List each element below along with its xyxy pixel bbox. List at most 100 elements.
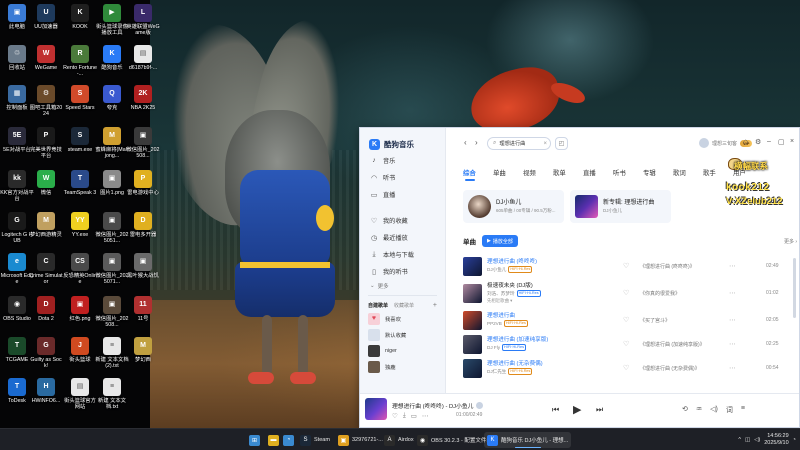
song-title[interactable]: 理想进行曲 (咚咚咚) [487,259,613,266]
close-icon[interactable]: × [790,138,794,145]
desktop-icon[interactable]: M 蜜蜂麻将(Mahjong... [95,127,129,159]
song-title[interactable]: 极速夜未央 (DJ版) [487,283,613,290]
tab-result[interactable]: 视频 [523,168,553,177]
desktop-icon[interactable]: CS 反恐精英Online [63,253,97,285]
more-dots-icon[interactable]: ⋯ [729,262,736,270]
heart-icon[interactable]: ♡ [623,289,629,297]
nav-item-my-books[interactable]: ▯ 我的听书 [360,263,445,280]
desktop-icon[interactable]: U UU加速器 [29,4,63,30]
desktop-icon[interactable]: W 微信 [29,170,63,196]
forward-arrow-icon[interactable]: › [475,139,478,147]
song-title[interactable]: 理想进行曲 (无杂费偶) [487,361,613,368]
song-album[interactable]: 《理想进行曲 (无杂费偶)》 [640,365,700,372]
desktop-icon[interactable]: W WeGame [29,45,63,71]
playlist-item[interactable]: 默认收藏 [360,327,445,343]
desktop-icon[interactable]: G Guilty as Sock! [29,337,63,369]
desktop-icon[interactable]: L 英雄联盟WeGame版 [126,4,160,36]
song-album[interactable]: 《理想进行曲 (加速纯享版)》 [640,341,705,348]
desktop-icon[interactable]: ▤ 街头篮球官方网站 [63,378,97,410]
desktop-icon[interactable]: ▣ 图片1.png [95,170,129,196]
tab-created-playlists[interactable]: 自建歌单 [368,302,388,309]
song-title[interactable]: 理想进行曲 (加速纯享版) [487,337,613,344]
desktop-icon[interactable]: ▣ 微信图片_2025051... [95,212,129,244]
desktop-icon[interactable]: H HWiNFO6... [29,378,63,404]
similar-songs-link[interactable]: 先相近歌曲 ▾ [487,297,613,304]
desktop-icon[interactable]: ▣ 微信图片_2025071... [95,253,129,285]
desktop-icon[interactable]: P 雷电游戏中心 [126,170,160,196]
song-artist[interactable]: DJ Fly [487,344,500,351]
taskbar-app[interactable]: S Steam [297,432,333,448]
next-track-button[interactable]: ⏭ [596,405,603,415]
desktop-icon[interactable]: ▣ 微信图片_202508... [95,296,129,328]
scrollbar[interactable] [793,258,796,318]
network-icon[interactable]: ◫ [745,437,750,443]
song-row[interactable]: 极速夜未央 (DJ版) 刘浩、苏梦玲 HIFI·Hi-Res 先相近歌曲 ▾ ♡ 《你真的… [463,278,797,308]
play-all-button[interactable]: ▶ 播放全部 [482,235,518,247]
heart-icon[interactable]: ♡ [623,262,629,270]
desktop-icon[interactable]: 11 11号 [126,296,160,322]
heart-icon[interactable]: ♡ [623,340,629,348]
skin-icon[interactable]: ◇ [743,138,748,146]
heart-icon[interactable]: ♡ [623,364,629,372]
download-icon[interactable]: ⤓ [403,412,406,420]
desktop-icon[interactable]: S Speed Stars [63,85,97,111]
back-arrow-icon[interactable]: ‹ [464,139,467,147]
song-artist[interactable]: DJ仁先生 [487,368,506,375]
avatar[interactable] [699,138,709,148]
song-title[interactable]: 理想进行曲 [487,313,613,320]
desktop-icon[interactable]: ≡ 新建 文本文档 (2).txt [95,337,129,369]
sound-effect-icon[interactable]: ♒ [696,405,702,415]
song-album[interactable]: 《你真的很爱我》 [640,290,680,297]
now-playing-cover[interactable] [365,398,387,420]
tray-expand-icon[interactable]: ^ [738,437,741,443]
tab-result[interactable]: 综合 [463,168,493,181]
desktop-icon[interactable]: ≡ 新建 文本文档.txt [95,378,129,410]
desktop-icon[interactable]: M 梦幻西 [126,337,160,363]
volume-icon[interactable]: ◁) [710,405,718,415]
desktop-icon[interactable]: C Crime Simulator [29,253,63,285]
tab-result[interactable]: 专辑 [643,168,673,177]
artist-card[interactable]: DJ小鱼儿 605单曲 / 00专辑 / 90.5万粉... [463,190,564,223]
lyrics-icon[interactable]: 词 [726,405,733,415]
nav-item-local[interactable]: ⤓ 本地与下载 [360,246,445,263]
previous-track-button[interactable]: ⏮ [552,405,559,415]
desktop-icon[interactable]: R Rento Fortune -... [63,45,97,77]
notification-bell-icon[interactable]: ◔ [793,437,796,443]
song-row[interactable]: 理想进行曲 (加速纯享版) DJ Fly HIFI·Hi-Res ♡ 《理想进行曲 (加… [463,332,797,356]
maximize-icon[interactable]: ▢ [778,138,785,146]
clock[interactable]: 14:56:29 2025/9/10 [764,433,788,447]
more-dots-icon[interactable]: ⋯ [729,364,736,372]
nav-more[interactable]: ⌄ 更多 [360,280,445,292]
more-dots-icon[interactable]: ⋯ [729,340,736,348]
taskbar-app[interactable]: ◔ [280,432,297,448]
volume-icon[interactable]: ◁) [754,437,760,443]
heart-icon[interactable]: ♡ [623,316,629,324]
heart-icon[interactable]: ♡ [392,412,398,420]
song-row[interactable]: 理想进行曲 (无杂费偶) DJ仁先生 HIFI·Hi-Res ♡ 《理想进行曲 (无杂费… [463,356,797,380]
desktop-icon[interactable]: ▶ 街头篮球录像播放工具 [95,4,129,36]
taskbar-app[interactable]: A Airdox [381,432,417,448]
song-artist[interactable]: DJ小鱼儿 [487,266,506,273]
song-row[interactable]: 理想进行曲 PP2VB HIFI·Hi-Res ♡ 《买了宫斗》 ⋯ 02:05 [463,308,797,332]
tab-result[interactable]: 直播 [583,168,613,177]
tab-result[interactable]: 歌单 [553,168,583,177]
playlist-item[interactable]: niger [360,343,445,359]
tab-result[interactable]: 听书 [613,168,643,177]
loop-icon[interactable]: ⟲ [682,405,688,415]
listen-recognize-button[interactable]: ◰ [555,137,568,150]
taskbar-app[interactable]: K 酷狗音乐 DJ小鱼儿 - 理想... [484,432,572,448]
nav-item-books[interactable]: ◠ 听书 [360,169,445,186]
desktop-icon[interactable]: ▣ 黑叶猴大战饥 [126,253,160,279]
more-dots-icon[interactable]: ⋯ [729,289,736,297]
desktop-icon[interactable]: K KOOK [63,4,97,30]
add-playlist-button[interactable]: + [433,302,437,309]
desktop-icon[interactable]: ▣ 微信图片_202508... [126,127,160,159]
desktop-icon[interactable]: J 街头篮球 [63,337,97,363]
queue-list-icon[interactable]: ≡ [741,405,745,415]
song-row[interactable]: 理想进行曲 (咚咚咚) DJ小鱼儿 HIFI·Hi-Res ♡ 《理想进行曲 (咚咚咚)… [463,254,797,278]
comment-icon[interactable]: ▭ [411,412,417,420]
tab-collected-playlists[interactable]: 收藏歌单 [394,302,414,309]
play-button[interactable]: ▶ [573,403,581,416]
desktop-icon[interactable]: 2K NBA 2K25 [126,85,160,111]
desktop-icon[interactable]: M 梦幻西游精灵 [29,212,63,238]
